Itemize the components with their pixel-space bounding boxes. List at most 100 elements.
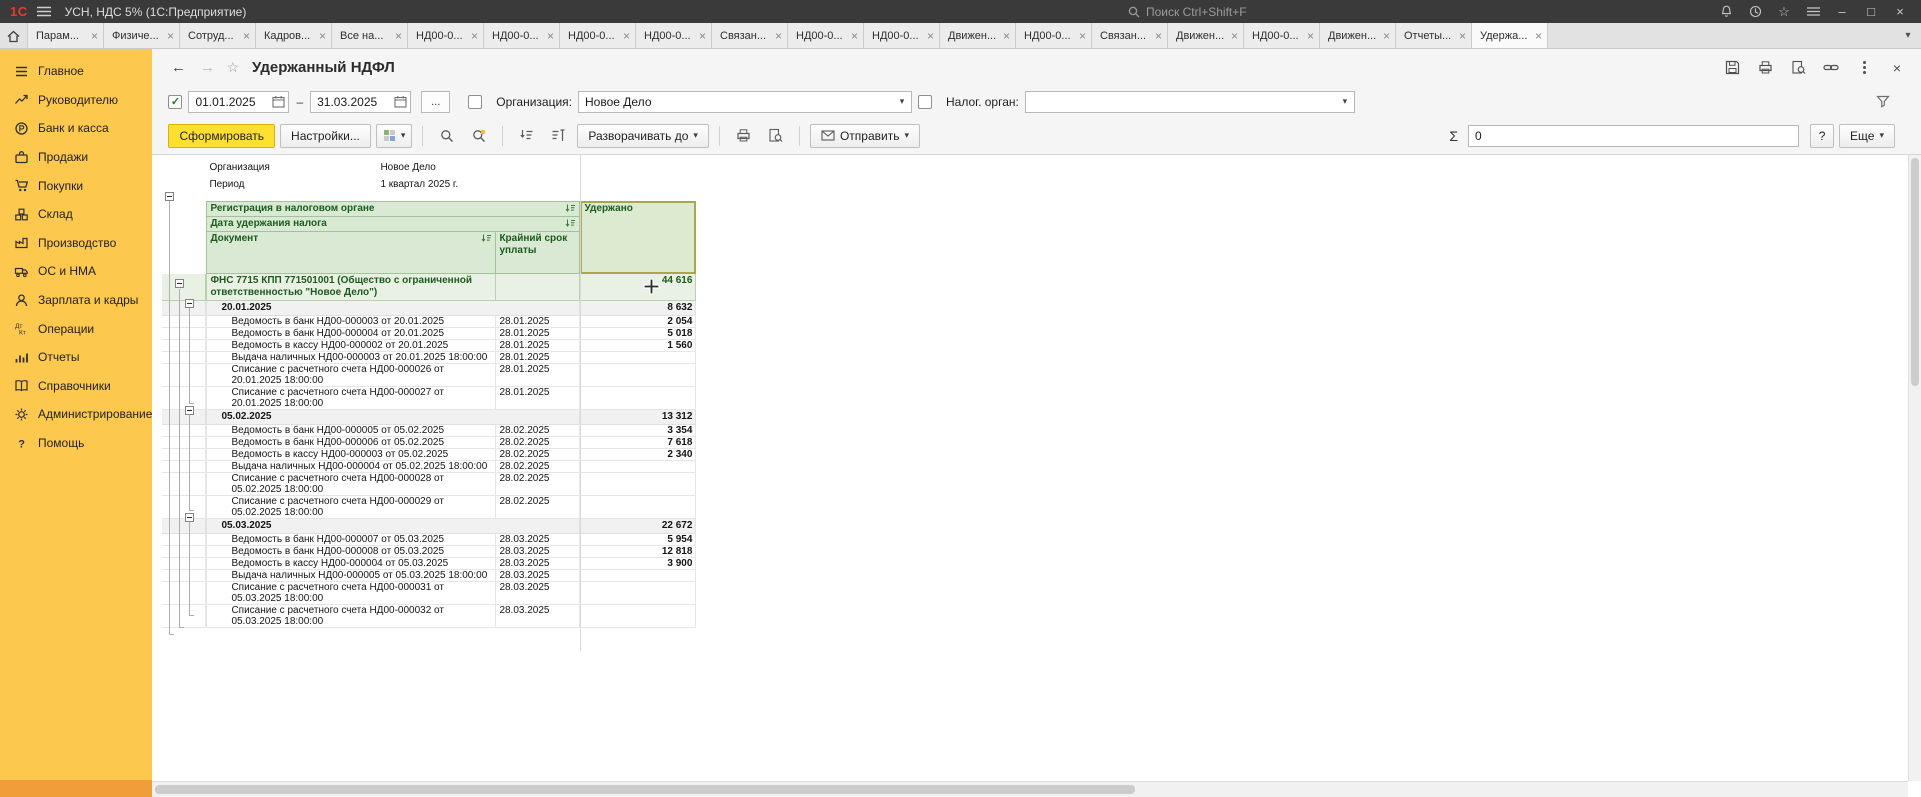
tab[interactable]: Физиче...×	[104, 23, 180, 48]
favorites-star-icon[interactable]: ☆	[1771, 2, 1797, 21]
tab-close-icon[interactable]: ×	[1079, 29, 1086, 43]
maximize-icon[interactable]: □	[1858, 2, 1884, 21]
tab-close-icon[interactable]: ×	[1535, 29, 1542, 43]
sidebar-item-purchases[interactable]: Покупки	[0, 171, 152, 200]
sidebar-item-operations[interactable]: ДтКтОперации	[0, 314, 152, 343]
org-combo[interactable]: Новое Дело ▾	[578, 91, 912, 113]
find-next-icon[interactable]	[465, 124, 492, 148]
favorite-star-icon[interactable]: ☆	[226, 59, 239, 76]
link-icon[interactable]	[1819, 57, 1843, 79]
close-form-icon[interactable]: ×	[1885, 57, 1909, 79]
calendar-icon[interactable]	[269, 92, 288, 112]
sidebar-item-bank[interactable]: Банк и касса	[0, 114, 152, 143]
find-icon[interactable]	[433, 124, 460, 148]
sort-icon[interactable]	[565, 204, 576, 213]
group-date[interactable]: 20.01.2025	[206, 301, 580, 316]
sidebar-item-catalogs[interactable]: Справочники	[0, 372, 152, 401]
sidebar-item-assets[interactable]: ОС и НМА	[0, 257, 152, 286]
tab-close-icon[interactable]: ×	[699, 29, 706, 43]
group-date[interactable]: 05.02.2025	[206, 410, 580, 425]
sidebar-item-manager[interactable]: Руководителю	[0, 86, 152, 115]
period-checkbox[interactable]: ✓	[168, 95, 182, 109]
col-header-hold-date[interactable]: Дата удержания налога	[206, 217, 580, 232]
tab[interactable]: Сотруд...×	[180, 23, 256, 48]
col-header-deadline[interactable]: Крайний срок уплаты	[496, 232, 580, 274]
forward-icon[interactable]: →	[197, 59, 217, 76]
group-amount[interactable]: 22 672	[580, 519, 696, 534]
tabs-overflow-icon[interactable]: ▾	[1895, 23, 1921, 48]
group-date[interactable]: 05.03.2025	[206, 519, 580, 534]
sidebar-item-main[interactable]: Главное	[0, 57, 152, 86]
calendar-icon[interactable]	[391, 92, 410, 112]
date-to-input[interactable]	[311, 95, 391, 109]
notifications-bell-icon[interactable]	[1713, 2, 1739, 21]
vertical-scrollbar-thumb[interactable]	[1911, 158, 1919, 386]
collapse-group-button[interactable]	[185, 299, 194, 308]
tab-close-icon[interactable]: ×	[1003, 29, 1010, 43]
tab[interactable]: НД00-0...×	[636, 23, 712, 48]
preview-icon[interactable]	[1786, 57, 1810, 79]
generate-button[interactable]: Сформировать	[168, 124, 275, 148]
sum-input[interactable]	[1469, 129, 1798, 143]
sidebar-item-admin[interactable]: Администрирование	[0, 400, 152, 429]
tab-close-icon[interactable]: ×	[623, 29, 630, 43]
tab-close-icon[interactable]: ×	[395, 29, 402, 43]
sidebar-item-sales[interactable]: Продажи	[0, 143, 152, 172]
total-label[interactable]: ФНС 7715 КПП 771501001 (Общество с огран…	[206, 274, 496, 301]
tab[interactable]: Кадров...×	[256, 23, 332, 48]
tab-close-icon[interactable]: ×	[167, 29, 174, 43]
print-icon[interactable]	[1753, 57, 1777, 79]
tab-close-icon[interactable]: ×	[927, 29, 934, 43]
preview-icon[interactable]	[762, 124, 789, 148]
sidebar-item-help[interactable]: ?Помощь	[0, 429, 152, 458]
tab[interactable]: НД00-0...×	[1016, 23, 1092, 48]
collapse-all-button[interactable]	[165, 192, 174, 201]
collapse-group-button[interactable]	[185, 513, 194, 522]
total-amount[interactable]: 44 616	[580, 274, 696, 301]
tax-authority-checkbox[interactable]	[918, 95, 932, 109]
tab[interactable]: Отчеты...×	[1396, 23, 1472, 48]
tab[interactable]: Связан...×	[1092, 23, 1168, 48]
sidebar-item-production[interactable]: Производство	[0, 229, 152, 258]
tab[interactable]: НД00-0...×	[484, 23, 560, 48]
col-header-document[interactable]: Документ	[206, 232, 496, 274]
print-icon[interactable]	[730, 124, 757, 148]
functions-menu-icon[interactable]	[1800, 2, 1826, 21]
collapse-groups-icon[interactable]	[513, 124, 540, 148]
minimize-icon[interactable]: –	[1829, 2, 1855, 21]
period-more-button[interactable]: ...	[421, 91, 450, 113]
tab[interactable]: Движен...×	[940, 23, 1016, 48]
more-button[interactable]: Еще▾	[1839, 124, 1895, 148]
close-icon[interactable]: ×	[1887, 2, 1913, 21]
tab-close-icon[interactable]: ×	[1231, 29, 1238, 43]
tab[interactable]: НД00-0...×	[408, 23, 484, 48]
col-header-withheld[interactable]: Удержано	[580, 201, 696, 274]
date-from-input[interactable]	[189, 95, 269, 109]
back-icon[interactable]: ←	[168, 59, 188, 76]
expand-groups-icon[interactable]	[545, 124, 572, 148]
tab[interactable]: Связан...×	[712, 23, 788, 48]
collapse-group-button[interactable]	[175, 279, 184, 288]
tab-close-icon[interactable]: ×	[1307, 29, 1314, 43]
tab-close-icon[interactable]: ×	[91, 29, 98, 43]
report-variant-button[interactable]: ▾	[376, 124, 413, 148]
tab[interactable]: Парам...×	[28, 23, 104, 48]
history-icon[interactable]	[1742, 2, 1768, 21]
home-button[interactable]	[0, 23, 28, 48]
horizontal-scrollbar[interactable]	[152, 781, 1908, 797]
global-search[interactable]: Поиск Ctrl+Shift+F	[1128, 0, 1247, 23]
tab[interactable]: Движен...×	[1168, 23, 1244, 48]
sidebar-item-reports[interactable]: Отчеты	[0, 343, 152, 372]
filter-icon[interactable]	[1871, 91, 1895, 113]
sidebar-item-hr[interactable]: Зарплата и кадры	[0, 286, 152, 315]
tab-close-icon[interactable]: ×	[1383, 29, 1390, 43]
tab[interactable]: Все на...×	[332, 23, 408, 48]
tab-close-icon[interactable]: ×	[851, 29, 858, 43]
tab[interactable]: НД00-0...×	[560, 23, 636, 48]
tab-close-icon[interactable]: ×	[471, 29, 478, 43]
tab-close-icon[interactable]: ×	[1459, 29, 1466, 43]
help-button[interactable]: ?	[1810, 124, 1834, 148]
save-icon[interactable]	[1720, 57, 1744, 79]
tab[interactable]: НД00-0...×	[1244, 23, 1320, 48]
expand-to-button[interactable]: Разворачивать до▾	[577, 124, 709, 148]
